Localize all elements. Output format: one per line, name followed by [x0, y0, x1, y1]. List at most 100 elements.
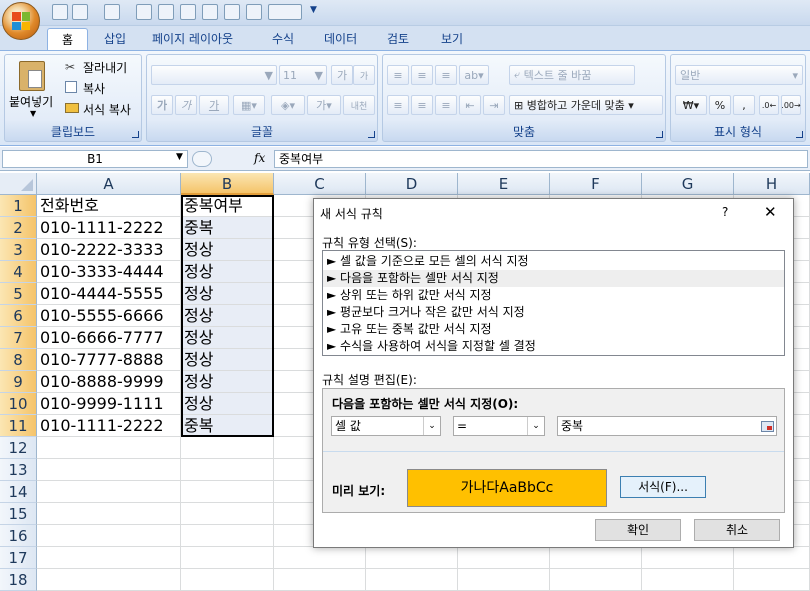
cell-b15[interactable] — [181, 503, 274, 525]
row-header[interactable]: 6 — [0, 305, 37, 327]
percent-button[interactable]: % — [709, 95, 731, 115]
expand-formula-icon[interactable] — [192, 151, 212, 167]
print-preview-icon[interactable] — [136, 4, 152, 20]
border-button[interactable]: ▦▾ — [233, 95, 265, 115]
checkbox-icon[interactable] — [202, 4, 218, 20]
cell-a17[interactable] — [37, 547, 181, 569]
row-header[interactable]: 1 — [0, 195, 37, 217]
tab-data[interactable]: 데이터 — [310, 28, 371, 50]
column-header-b[interactable]: B — [181, 173, 274, 195]
cancel-button[interactable]: 취소 — [694, 519, 780, 541]
tab-formulas[interactable]: 수식 — [258, 28, 308, 50]
cell-b10[interactable]: 정상 — [181, 393, 274, 415]
cell-b11[interactable]: 중복 — [181, 415, 274, 437]
align-middle-icon[interactable]: ≡ — [411, 65, 433, 85]
cell-a14[interactable] — [37, 481, 181, 503]
decrease-decimal-icon[interactable]: .00→ — [781, 95, 801, 115]
row-header[interactable]: 7 — [0, 327, 37, 349]
row-header[interactable]: 9 — [0, 371, 37, 393]
fill-color-button[interactable]: ◈▾ — [271, 95, 305, 115]
wrap-text-button[interactable]: ⤶ 텍스트 줄 바꿈 — [509, 65, 635, 85]
cell-b14[interactable] — [181, 481, 274, 503]
cell-h17[interactable] — [734, 547, 810, 569]
cell-d17[interactable] — [366, 547, 458, 569]
increase-indent-icon[interactable]: ⇥ — [483, 95, 505, 115]
rule-type-item[interactable]: ► 수식을 사용하여 서식을 지정할 셀 결정 — [323, 338, 784, 355]
rule-type-item[interactable]: ► 셀 값을 기준으로 모든 셀의 서식 지정 — [323, 253, 784, 270]
save-icon[interactable] — [52, 4, 68, 20]
cell-e17[interactable] — [458, 547, 550, 569]
row-header[interactable]: 5 — [0, 283, 37, 305]
column-header-a[interactable]: A — [37, 173, 181, 195]
paste-button[interactable]: 붙여넣기 — [9, 93, 53, 110]
table-icon[interactable] — [180, 4, 196, 20]
edit-icon[interactable] — [246, 4, 262, 20]
row-header[interactable]: 8 — [0, 349, 37, 371]
orientation-icon[interactable]: ab▾ — [459, 65, 489, 85]
tab-home[interactable]: 홈 — [47, 28, 89, 50]
cell-b8[interactable]: 정상 — [181, 349, 274, 371]
tab-insert[interactable]: 삽입 — [90, 28, 140, 50]
row-header[interactable]: 10 — [0, 393, 37, 415]
cell-a12[interactable] — [37, 437, 181, 459]
fx-icon[interactable]: fx — [254, 151, 265, 165]
row-header[interactable]: 2 — [0, 217, 37, 239]
row-header[interactable]: 4 — [0, 261, 37, 283]
cell-b13[interactable] — [181, 459, 274, 481]
format-button[interactable]: 서식(F)... — [620, 476, 706, 498]
cell-a4[interactable]: 010-3333-4444 — [37, 261, 181, 283]
formula-input[interactable]: 중복여부 — [274, 150, 808, 168]
column-header-h[interactable]: H — [734, 173, 810, 195]
format-painter-button[interactable]: 서식 복사 — [83, 101, 131, 118]
cell-a8[interactable]: 010-7777-8888 — [37, 349, 181, 371]
cell-a1[interactable]: 전화번호 — [37, 195, 181, 217]
font-color-button[interactable]: 가▾ — [307, 95, 341, 115]
ok-button[interactable]: 확인 — [595, 519, 681, 541]
help-button[interactable]: ? — [722, 205, 728, 219]
number-format-select[interactable]: 일반 ▾ — [675, 65, 803, 85]
rule-type-item[interactable]: ► 평균보다 크거나 작은 값만 서식 지정 — [323, 304, 784, 321]
cell-a9[interactable]: 010-8888-9999 — [37, 371, 181, 393]
cell-b5[interactable]: 정상 — [181, 283, 274, 305]
cell-a16[interactable] — [37, 525, 181, 547]
currency-button[interactable]: ₩ ▾ — [675, 95, 707, 115]
column-header-c[interactable]: C — [274, 173, 366, 195]
cell-a2[interactable]: 010-1111-2222 — [37, 217, 181, 239]
row-header[interactable]: 15 — [0, 503, 37, 525]
cut-button[interactable]: 잘라내기 — [83, 59, 127, 76]
operator-select[interactable]: = ⌄ — [453, 416, 545, 436]
column-header-g[interactable]: G — [642, 173, 734, 195]
cell-b7[interactable]: 정상 — [181, 327, 274, 349]
cell-b3[interactable]: 정상 — [181, 239, 274, 261]
name-box[interactable]: B1 — [2, 150, 188, 168]
cell-c17[interactable] — [274, 547, 366, 569]
cell-b4[interactable]: 정상 — [181, 261, 274, 283]
cell-b16[interactable] — [181, 525, 274, 547]
cell-b6[interactable]: 정상 — [181, 305, 274, 327]
cell-a7[interactable]: 010-6666-7777 — [37, 327, 181, 349]
align-bottom-icon[interactable]: ≡ — [435, 65, 457, 85]
row-header[interactable]: 11 — [0, 415, 37, 437]
cell-a11[interactable]: 010-1111-2222 — [37, 415, 181, 437]
row-header[interactable]: 12 — [0, 437, 37, 459]
decrease-indent-icon[interactable]: ⇤ — [459, 95, 481, 115]
cell-b9[interactable]: 정상 — [181, 371, 274, 393]
redo-icon[interactable] — [104, 4, 120, 20]
cell-a3[interactable]: 010-2222-3333 — [37, 239, 181, 261]
cell-a6[interactable]: 010-5555-6666 — [37, 305, 181, 327]
merge-center-button[interactable]: ⊞ 병합하고 가운데 맞춤 ▾ — [509, 95, 663, 115]
office-button[interactable] — [2, 2, 40, 40]
copy-button[interactable]: 복사 — [83, 80, 105, 97]
qat-dropdown-icon[interactable]: ▼ — [310, 5, 317, 15]
cell-a10[interactable]: 010-9999-1111 — [37, 393, 181, 415]
rule-type-item-selected[interactable]: ► 다음을 포함하는 셀만 서식 지정 — [323, 270, 784, 287]
underline-button[interactable]: 가 — [199, 95, 229, 115]
grow-font-button[interactable]: 가 — [331, 65, 353, 85]
undo-icon[interactable] — [72, 4, 88, 20]
tab-page-layout[interactable]: 페이지 레이아웃 — [138, 28, 247, 50]
column-header-d[interactable]: D — [366, 173, 458, 195]
row-header[interactable]: 17 — [0, 547, 37, 569]
italic-button[interactable]: 가 — [175, 95, 197, 115]
align-left-icon[interactable]: ≡ — [387, 95, 409, 115]
name-box-dropdown-icon[interactable]: ▼ — [176, 152, 183, 162]
